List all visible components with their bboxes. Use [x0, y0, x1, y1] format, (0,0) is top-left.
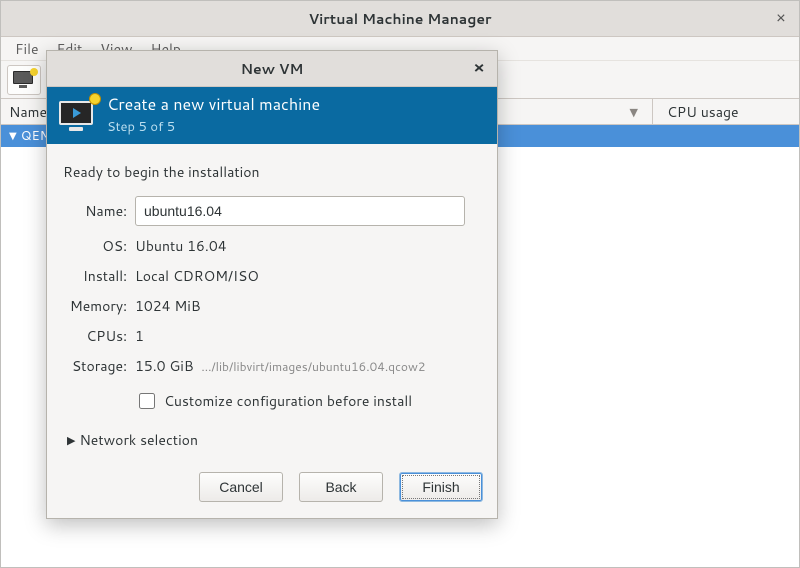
value-install: Local CDROM/ISO [135, 266, 483, 286]
dialog-banner: Create a new virtual machine Step 5 of 5 [47, 87, 497, 144]
new-vm-dialog: New VM × Create a new virtual machine St… [46, 50, 498, 519]
dialog-close-icon[interactable]: × [471, 60, 487, 76]
window-close-icon[interactable]: × [773, 9, 789, 25]
ready-label: Ready to begin the installation [63, 162, 483, 182]
label-name: Name: [61, 201, 127, 221]
column-name-label: Name [9, 102, 47, 122]
dialog-body: Ready to begin the installation Name: OS… [47, 144, 497, 460]
column-cpu-label: CPU usage [667, 102, 739, 122]
label-cpus: CPUs: [61, 326, 127, 346]
menu-file[interactable]: File [7, 37, 47, 61]
back-button[interactable]: Back [299, 472, 383, 502]
label-os: OS: [61, 236, 127, 256]
banner-title: Create a new virtual machine [107, 93, 320, 116]
column-cpu[interactable]: CPU usage [653, 99, 799, 124]
customize-checkbox[interactable] [139, 393, 155, 409]
dialog-titlebar: New VM × [47, 51, 497, 87]
network-selection-label: Network selection [79, 430, 198, 450]
value-os: Ubuntu 16.04 [135, 236, 483, 256]
expand-icon: ▼ [9, 129, 17, 143]
titlebar: Virtual Machine Manager × [1, 1, 799, 37]
cancel-button[interactable]: Cancel [199, 472, 283, 502]
storage-size: 15.0 GiB [135, 356, 194, 376]
value-memory: 1024 MiB [135, 296, 483, 316]
banner-text: Create a new virtual machine Step 5 of 5 [107, 93, 320, 136]
finish-button[interactable]: Finish [399, 472, 483, 502]
window-title: Virtual Machine Manager [1, 9, 799, 29]
label-storage: Storage: [61, 356, 127, 376]
banner-step: Step 5 of 5 [107, 118, 320, 136]
value-storage: 15.0 GiB .../lib/libvirt/images/ubuntu16… [135, 356, 483, 376]
dialog-title: New VM [47, 59, 497, 79]
expand-right-icon: ▶ [67, 432, 75, 448]
summary-grid: Name: OS: Ubuntu 16.04 Install: Local CD… [61, 196, 483, 412]
dialog-buttons: Cancel Back Finish [47, 460, 497, 518]
customize-label: Customize configuration before install [164, 391, 412, 411]
value-cpus: 1 [135, 326, 483, 346]
label-memory: Memory: [61, 296, 127, 316]
new-vm-button[interactable] [7, 65, 41, 95]
label-install: Install: [61, 266, 127, 286]
network-selection-expander[interactable]: ▶ Network selection [67, 430, 483, 450]
vm-name-input[interactable] [135, 196, 465, 226]
monitor-icon [13, 71, 35, 89]
storage-path: .../lib/libvirt/images/ubuntu16.04.qcow2 [201, 358, 425, 375]
sort-indicator-icon: ▼ [630, 104, 644, 120]
banner-monitor-icon [57, 97, 97, 133]
